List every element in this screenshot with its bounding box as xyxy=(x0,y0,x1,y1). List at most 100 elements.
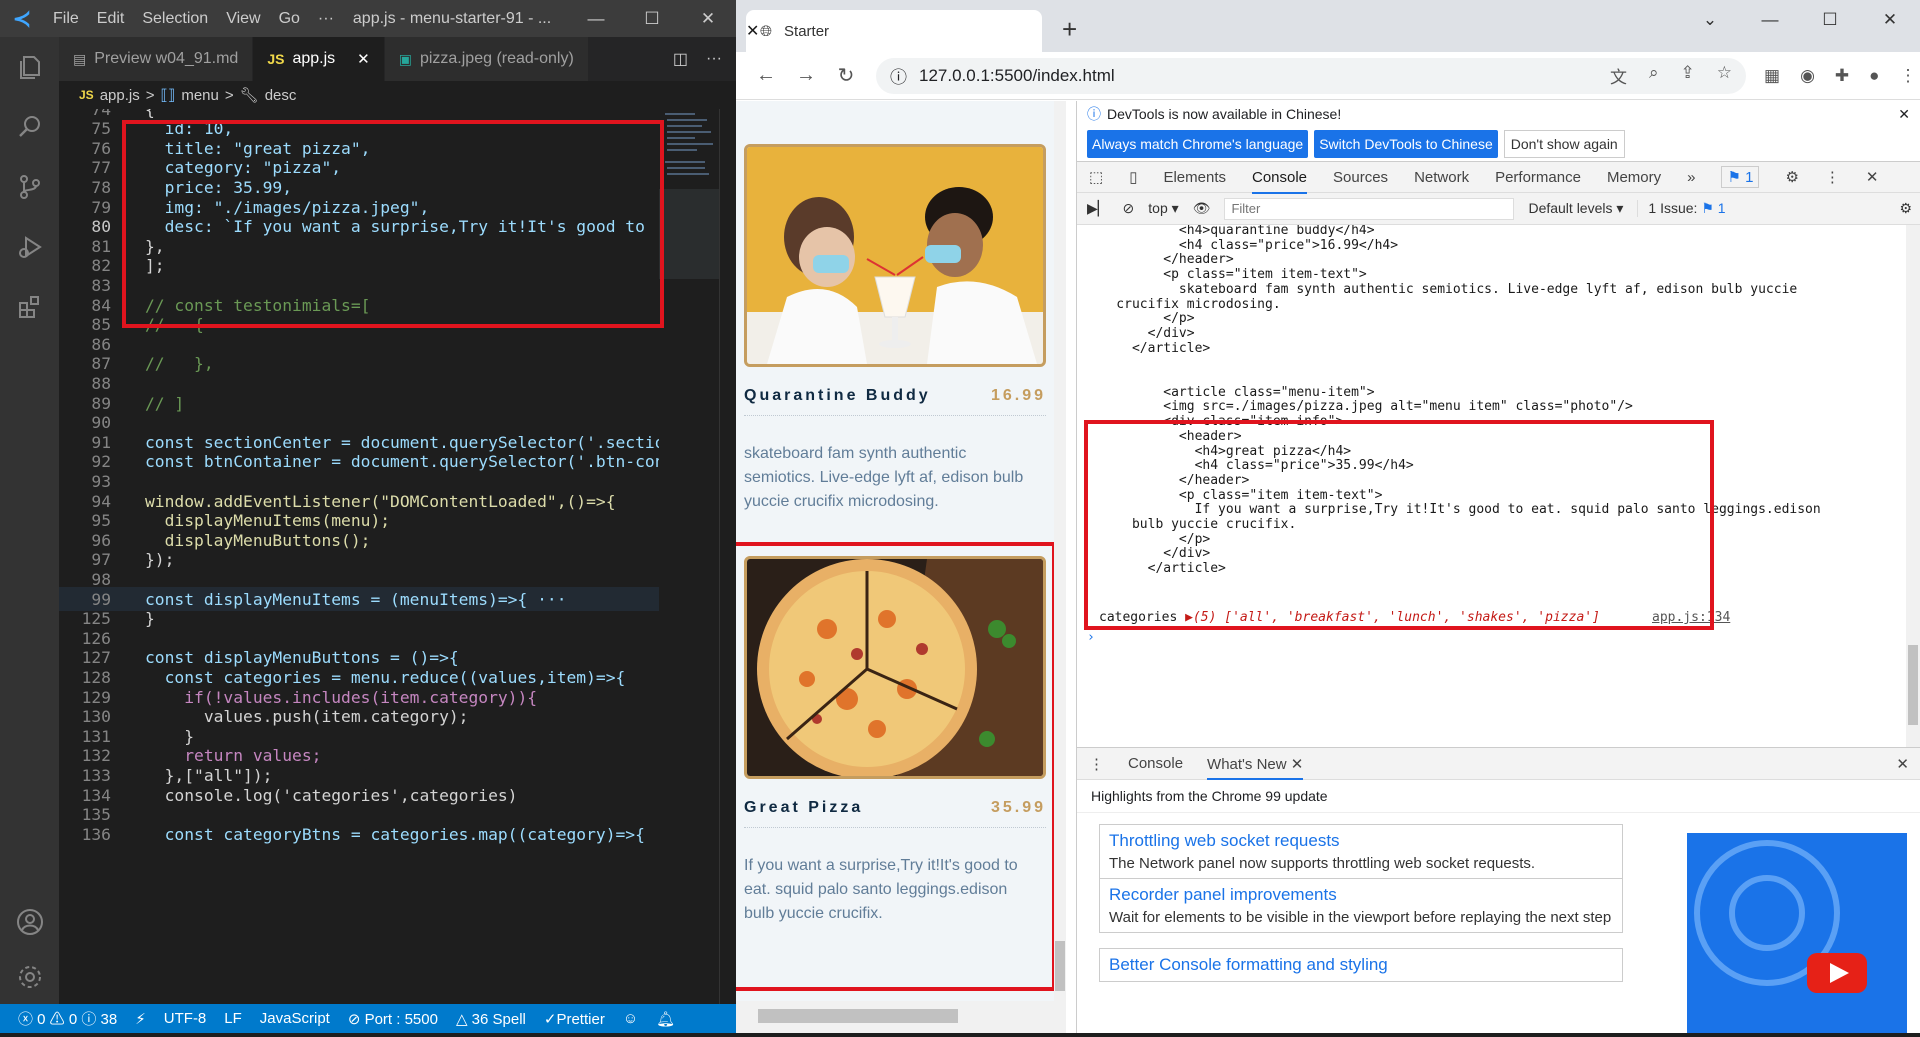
close-icon[interactable]: ✕ xyxy=(680,9,736,29)
console-filter-input[interactable] xyxy=(1224,197,1515,220)
zoom-icon[interactable]: ⌕ xyxy=(1649,63,1659,88)
bookmark-star-icon[interactable]: ☆ xyxy=(1717,63,1732,88)
eye-icon[interactable]: 👁︎ xyxy=(1193,200,1211,217)
drawer-tab-console[interactable]: Console xyxy=(1128,755,1183,772)
breadcrumb-property[interactable]: desc xyxy=(265,87,297,104)
spell-status[interactable]: △ 36 Spell xyxy=(456,1010,526,1028)
settings-gear-icon[interactable]: ⚙ xyxy=(1785,168,1798,186)
problems-indicator[interactable]: ⓧ 0 ⚠ 0 ⓘ 38 xyxy=(18,1008,117,1029)
tab-close-icon[interactable]: ✕ xyxy=(357,50,370,68)
categories-log[interactable]: categories ▶(5) ['all', 'breakfast', 'lu… xyxy=(1099,610,1600,625)
feedback-icon[interactable]: ☺ xyxy=(623,1010,638,1027)
clear-console-icon[interactable]: ⊘ xyxy=(1123,200,1135,217)
tab-elements[interactable]: Elements xyxy=(1163,169,1226,186)
close-icon[interactable]: ✕ xyxy=(1860,0,1920,40)
info-icon[interactable]: ⓘ xyxy=(890,63,907,88)
tab-pizza-jpeg[interactable]: ▣ pizza.jpeg (read-only) xyxy=(384,37,589,81)
tab-search-icon[interactable]: ⌄ xyxy=(1680,0,1740,40)
run-debug-icon[interactable] xyxy=(0,217,59,277)
port-status[interactable]: ⊘ Port : 5500 xyxy=(348,1010,438,1028)
settings-gear-icon[interactable] xyxy=(0,947,59,1007)
eol-status[interactable]: LF xyxy=(224,1010,242,1027)
more-tabs-icon[interactable]: » xyxy=(1687,169,1695,186)
close-devtools-icon[interactable]: ✕ xyxy=(1866,168,1879,186)
extension-icon[interactable]: ◉ xyxy=(1800,66,1815,86)
code-line[interactable]: 136 const categoryBtns = categories.map(… xyxy=(59,822,659,846)
tab-memory[interactable]: Memory xyxy=(1607,169,1661,186)
console-settings-icon[interactable]: ⚙ xyxy=(1899,200,1920,217)
news-title[interactable]: Better Console formatting and styling xyxy=(1109,955,1613,975)
more-options-icon[interactable]: ⋮ xyxy=(1825,168,1840,186)
new-tab-icon[interactable]: + xyxy=(1062,14,1077,45)
menu-edit[interactable]: Edit xyxy=(88,10,134,28)
categories-array[interactable]: ▶(5) ['all', 'breakfast', 'lunch', 'shak… xyxy=(1185,610,1600,625)
news-item[interactable]: Throttling web socket requests The Networ… xyxy=(1099,824,1623,879)
menu-kebab-icon[interactable]: ⋮ xyxy=(1899,66,1916,86)
menu-selection[interactable]: Selection xyxy=(133,10,217,28)
maximize-icon[interactable]: ☐ xyxy=(1800,0,1860,40)
menu-view[interactable]: View xyxy=(217,10,269,28)
console-output[interactable]: <h4>quarantine buddy</h4> <h4 class="pri… xyxy=(1077,225,1907,747)
dont-show-again-button[interactable]: Don't show again xyxy=(1503,130,1625,158)
editor-scrollbar[interactable] xyxy=(719,109,736,1004)
tab-sources[interactable]: Sources xyxy=(1333,169,1388,186)
url-bar[interactable]: ⓘ 127.0.0.1:5500/index.html 文 ⌕ ⇪ ☆ xyxy=(876,57,1746,94)
breadcrumb-file[interactable]: app.js xyxy=(100,87,140,104)
code-editor[interactable]: 74{75 id: 10, 76 title: "great pizza", 77 … xyxy=(59,109,659,1004)
encoding-status[interactable]: UTF-8 xyxy=(164,1010,207,1027)
maximize-icon[interactable]: ☐ xyxy=(624,9,680,29)
search-icon[interactable] xyxy=(0,97,59,157)
forward-icon[interactable]: → xyxy=(786,64,826,87)
language-status[interactable]: JavaScript xyxy=(260,1010,330,1027)
news-item[interactable]: Better Console formatting and styling xyxy=(1099,948,1623,982)
close-drawer-icon[interactable]: ✕ xyxy=(1896,755,1920,773)
tab-performance[interactable]: Performance xyxy=(1495,169,1581,186)
source-control-icon[interactable] xyxy=(0,157,59,217)
log-levels-select[interactable]: Default levels ▾ xyxy=(1528,200,1623,217)
extensions-puzzle-icon[interactable]: ✚ xyxy=(1835,66,1849,86)
profile-avatar[interactable]: ● xyxy=(1869,66,1879,86)
source-link[interactable]: app.js:134 xyxy=(1652,610,1730,625)
breadcrumb-symbol[interactable]: menu xyxy=(181,87,219,104)
tab-preview[interactable]: ▤ Preview w04_91.md xyxy=(59,37,254,81)
extension-icon[interactable]: ▦ xyxy=(1764,66,1780,86)
news-item[interactable]: Recorder panel improvements Wait for elem… xyxy=(1099,878,1623,933)
drawer-tab-whats-new[interactable]: What's New ✕ xyxy=(1207,748,1304,780)
always-match-language-button[interactable]: Always match Chrome's language xyxy=(1087,130,1309,158)
back-icon[interactable]: ← xyxy=(746,64,786,87)
share-icon[interactable]: ⇪ xyxy=(1681,63,1695,88)
issues-link[interactable]: 1 Issue: ⚑ 1 xyxy=(1637,200,1726,217)
chrome-video-thumbnail[interactable] xyxy=(1687,833,1907,1033)
reload-icon[interactable]: ↻ xyxy=(826,63,866,88)
translate-icon[interactable]: 文 xyxy=(1610,63,1627,88)
close-info-icon[interactable]: ✕ xyxy=(1898,106,1920,123)
notifications-icon[interactable]: 🔔︎ xyxy=(656,1010,675,1028)
console-scrollbar[interactable] xyxy=(1906,225,1920,747)
inspect-element-icon[interactable]: ⬚ xyxy=(1089,168,1103,186)
explorer-icon[interactable] xyxy=(0,37,59,97)
sidebar-toggle-icon[interactable]: ▶▏ xyxy=(1087,200,1109,217)
page-vertical-scrollbar[interactable] xyxy=(1054,101,1066,1001)
minimize-icon[interactable]: — xyxy=(568,9,624,29)
page-horizontal-scrollbar[interactable] xyxy=(736,1001,1066,1033)
browser-tab[interactable]: 🌐︎ Starter ✕ xyxy=(746,10,1042,52)
lightning-icon[interactable]: ⚡︎ xyxy=(135,1010,146,1028)
tab-app-js[interactable]: JS app.js ✕ xyxy=(253,37,385,81)
account-icon[interactable] xyxy=(0,892,59,952)
console-prompt[interactable]: › xyxy=(1087,630,1095,645)
news-title[interactable]: Throttling web socket requests xyxy=(1109,831,1613,851)
extensions-icon[interactable] xyxy=(0,277,59,337)
switch-to-chinese-button[interactable]: Switch DevTools to Chinese xyxy=(1314,130,1498,158)
minimize-icon[interactable]: — xyxy=(1740,0,1800,40)
tab-console[interactable]: Console xyxy=(1251,161,1308,194)
menu-file[interactable]: File xyxy=(44,10,88,28)
device-toolbar-icon[interactable]: ▯ xyxy=(1129,168,1137,186)
news-title[interactable]: Recorder panel improvements xyxy=(1109,885,1613,905)
issues-badge[interactable]: ⚑ 1 xyxy=(1721,166,1760,188)
drawer-menu-icon[interactable]: ⋮ xyxy=(1089,755,1104,773)
prettier-status[interactable]: ✓Prettier xyxy=(544,1010,605,1028)
minimap[interactable] xyxy=(659,109,719,1004)
tab-network[interactable]: Network xyxy=(1414,169,1469,186)
split-editor-icon[interactable]: ◫ xyxy=(673,49,688,69)
menu-more[interactable]: ··· xyxy=(309,10,343,28)
